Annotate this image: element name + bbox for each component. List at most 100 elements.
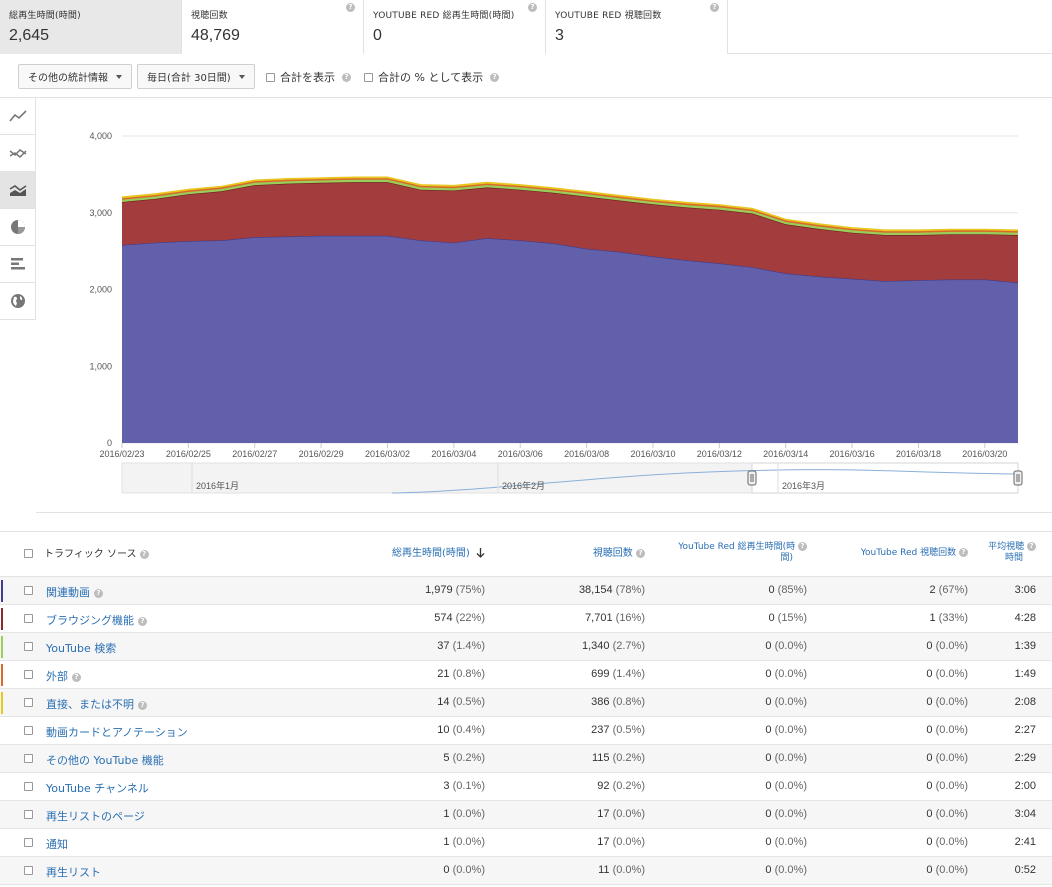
row-checkbox[interactable] [24, 586, 33, 595]
show-percent-toggle[interactable]: 合計の % として表示 ? [364, 69, 500, 85]
series-color-bar [1, 608, 3, 630]
row-checkbox[interactable] [24, 670, 33, 679]
help-icon[interactable]: ? [342, 72, 351, 82]
source-name[interactable]: 動画カードとアノテーション [46, 726, 188, 739]
metric-views[interactable]: 視聴回数 48,769 ? [182, 0, 364, 54]
source-name[interactable]: YouTube 検索 [46, 642, 116, 655]
row-checkbox[interactable] [24, 642, 33, 651]
row-checkbox[interactable] [24, 782, 33, 791]
help-icon[interactable]: ? [959, 548, 968, 557]
cell-percent: (1.4%) [612, 668, 645, 680]
show-total-checkbox[interactable] [266, 72, 275, 82]
metric-watch-time[interactable]: 総再生時間(時間) 2,645 [0, 0, 182, 54]
header-views[interactable]: 視聴回数 ? [593, 548, 645, 559]
cell-percent: (0.0%) [452, 808, 485, 820]
table-row[interactable]: 直接、または不明? 14 (0.5%) 386 (0.8%) 0 (0.0%) 0 (0… [0, 689, 1052, 717]
source-link[interactable]: ブラウジング機能? [46, 612, 147, 628]
header-source[interactable]: トラフィック ソース ? [44, 549, 149, 560]
source-name[interactable]: YouTube チャンネル [46, 782, 149, 795]
row-checkbox[interactable] [24, 810, 33, 819]
map-chart-button[interactable] [0, 283, 35, 320]
source-link[interactable]: YouTube 検索 [46, 640, 116, 656]
source-name[interactable]: 再生リスト [46, 866, 101, 879]
multi-line-chart-button[interactable] [0, 135, 35, 172]
show-percent-checkbox[interactable] [364, 72, 373, 82]
source-link[interactable]: YouTube チャンネル [46, 780, 149, 796]
bar-chart-button[interactable] [0, 246, 35, 283]
help-icon[interactable]: ? [1027, 542, 1036, 551]
metric-label: YOUTUBE RED 視聴回数 [555, 11, 662, 21]
period-dropdown[interactable]: 毎日(合計 30日間) [137, 64, 255, 89]
stacked-area-chart-button[interactable] [0, 172, 35, 209]
line-chart-button[interactable] [0, 98, 35, 135]
header-red-views[interactable]: YouTube Red 視聴回数 ? [861, 548, 968, 559]
source-link[interactable]: 再生リスト [46, 864, 101, 880]
help-icon[interactable]: ? [72, 672, 81, 682]
cell-red-views: 0 (0.0%) [926, 864, 968, 876]
source-name[interactable]: ブラウジング機能 [46, 614, 134, 627]
table-row[interactable]: その他の YouTube 機能 5 (0.2%) 115 (0.2%) 0 (0.0%… [0, 745, 1052, 773]
header-avg-duration[interactable]: 平均視聴 ? 時間 [988, 542, 1036, 564]
help-icon[interactable]: ? [636, 548, 645, 558]
help-icon[interactable]: ? [528, 3, 537, 12]
cell-value: 5 [443, 752, 450, 764]
table-row[interactable]: YouTube 検索 37 (1.4%) 1,340 (2.7%) 0 (0.0%) 0… [0, 633, 1052, 661]
help-icon[interactable]: ? [490, 72, 500, 82]
help-icon[interactable]: ? [346, 3, 355, 12]
source-link[interactable]: 通知 [46, 836, 68, 852]
row-checkbox[interactable] [24, 838, 33, 847]
help-icon[interactable]: ? [94, 588, 103, 598]
source-name[interactable]: 通知 [46, 838, 68, 851]
source-name[interactable]: 外部 [46, 670, 68, 683]
table-row[interactable]: YouTube チャンネル 3 (0.1%) 92 (0.2%) 0 (0.0%) 0 … [0, 773, 1052, 801]
header-source-label: トラフィック ソース [44, 549, 137, 560]
header-watch-time[interactable]: 総再生時間(時間) [392, 548, 485, 559]
cell-red-watch: 0 (0.0%) [765, 808, 807, 820]
stacked-area-chart[interactable]: 0 1,000 2,000 3,000 4,000 2016/02/23 2016/02/… [36, 98, 1052, 513]
source-link[interactable]: その他の YouTube 機能 [46, 752, 164, 768]
help-icon[interactable]: ? [710, 3, 719, 12]
more-stats-dropdown[interactable]: その他の統計情報 [18, 64, 132, 89]
source-link[interactable]: 外部? [46, 668, 81, 684]
x-tick-label: 2016/03/08 [564, 449, 609, 459]
row-checkbox[interactable] [24, 754, 33, 763]
row-checkbox[interactable] [24, 726, 33, 735]
source-name[interactable]: その他の YouTube 機能 [46, 754, 164, 767]
table-row[interactable]: 外部? 21 (0.8%) 699 (1.4%) 0 (0.0%) 0 (0.0%) 1:… [0, 661, 1052, 689]
row-checkbox[interactable] [24, 614, 33, 623]
table-row[interactable]: 関連動画? 1,979 (75%) 38,154 (78%) 0 (85%) 2 (67… [0, 577, 1052, 605]
row-checkbox[interactable] [24, 866, 33, 875]
metric-red-views[interactable]: YOUTUBE RED 視聴回数 3 ? [546, 0, 728, 54]
select-all-checkbox[interactable] [24, 549, 33, 558]
help-icon[interactable]: ? [798, 542, 807, 551]
pie-chart-button[interactable] [0, 209, 35, 246]
source-link[interactable]: 関連動画? [46, 584, 103, 600]
show-total-toggle[interactable]: 合計を表示 ? [266, 69, 351, 85]
cell-percent: (0.0%) [935, 640, 968, 652]
source-name[interactable]: 直接、または不明 [46, 698, 134, 711]
navigator-handle[interactable] [1013, 470, 1023, 486]
row-checkbox[interactable] [24, 698, 33, 707]
cell-watch: 3 (0.1%) [443, 780, 485, 792]
navigator-handle[interactable] [747, 470, 757, 486]
multi-line-chart-icon [9, 149, 27, 159]
table-row[interactable]: 動画カードとアノテーション 10 (0.4%) 237 (0.5%) 0 (0.0%)… [0, 717, 1052, 745]
source-name[interactable]: 関連動画 [46, 586, 90, 599]
navigator-month-label: 2016年2月 [502, 480, 545, 491]
globe-map-icon [10, 294, 25, 308]
table-row[interactable]: 再生リストのページ 1 (0.0%) 17 (0.0%) 0 (0.0%) 0 (0.0… [0, 801, 1052, 829]
series-color-bar [1, 580, 3, 602]
source-link[interactable]: 再生リストのページ [46, 808, 145, 824]
help-icon[interactable]: ? [139, 549, 149, 559]
metric-red-watch-time[interactable]: YOUTUBE RED 総再生時間(時間) 0 ? [364, 0, 546, 54]
table-row[interactable]: ブラウジング機能? 574 (22%) 7,701 (16%) 0 (15%) 1 (3… [0, 605, 1052, 633]
source-link[interactable]: 直接、または不明? [46, 696, 147, 712]
table-row[interactable]: 通知 1 (0.0%) 17 (0.0%) 0 (0.0%) 0 (0.0%) 2:41 [0, 829, 1052, 857]
cell-percent: (0.0%) [935, 752, 968, 764]
source-name[interactable]: 再生リストのページ [46, 810, 145, 823]
help-icon[interactable]: ? [138, 700, 147, 710]
source-link[interactable]: 動画カードとアノテーション [46, 724, 188, 740]
header-red-watch-time[interactable]: YouTube Red 総再生時間(時 ? 間) [678, 542, 807, 564]
help-icon[interactable]: ? [138, 616, 147, 626]
table-row[interactable]: 再生リスト 0 (0.0%) 11 (0.0%) 0 (0.0%) 0 (0.0%) 0:… [0, 857, 1052, 885]
